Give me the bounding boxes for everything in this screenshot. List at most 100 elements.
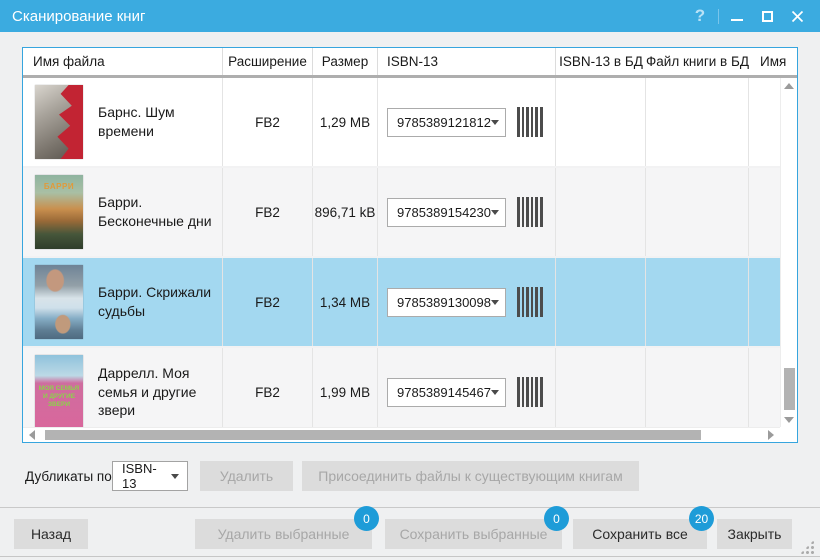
table-header: Имя файла Расширение Размер ISBN-13 ISBN… [23,48,797,78]
column-header-name-db: Имя [760,54,787,69]
close-dialog-button[interactable]: Закрыть [717,519,792,549]
file-db-cell [646,78,749,166]
back-button[interactable]: Назад [14,519,88,549]
name-db-cell [749,348,780,427]
duplicates-dropdown-value: ISBN-13 [122,461,157,491]
book-cover [35,265,83,339]
book-cover: МОЯ СЕМЬЯ И ДРУГИЕ ЗВЕРИ [35,355,83,427]
extension-cell: FB2 [223,258,313,346]
isbn-dropdown[interactable]: 9785389130098 [387,287,506,317]
book-cover [35,85,83,159]
isbn-db-cell [556,348,646,427]
file-name-cell: БАРРИ Барри. Бесконечные дни [23,168,223,256]
file-db-cell [646,258,749,346]
file-name-cell: МОЯ СЕМЬЯ И ДРУГИЕ ЗВЕРИ Даррелл. Моя се… [23,348,223,427]
extension-cell: FB2 [223,348,313,427]
chevron-down-icon [491,119,499,125]
size-cell: 1,29 MB [313,78,378,166]
vertical-scrollbar-thumb[interactable] [784,368,795,410]
table-row[interactable]: Барнс. Шум времени FB2 1,29 MB 978538912… [23,78,780,168]
help-button[interactable]: ? [685,0,715,32]
titlebar: Сканирование книг ? [0,0,820,32]
book-cover: БАРРИ [35,175,83,249]
maximize-button[interactable] [752,0,782,32]
book-cover-text: МОЯ СЕМЬЯ И ДРУГИЕ ЗВЕРИ [38,385,80,408]
isbn-cell: 9785389145467 [378,348,556,427]
file-db-cell [646,348,749,427]
isbn-dropdown[interactable]: 9785389145467 [387,377,506,407]
table-body: Барнс. Шум времени FB2 1,29 MB 978538912… [23,78,780,427]
column-header-file-name: Имя файла [23,48,223,75]
barcode-icon[interactable] [517,197,543,227]
resize-grip[interactable] [800,540,814,554]
size-cell: 1,34 MB [313,258,378,346]
save-selected-count-badge: 0 [544,506,569,531]
chevron-down-icon [491,389,499,395]
name-db-cell [749,258,780,346]
column-header-isbn13: ISBN-13 [378,48,556,75]
duplicates-dropdown[interactable]: ISBN-13 [112,461,188,491]
scroll-up-icon[interactable] [784,83,794,89]
books-table: Имя файла Расширение Размер ISBN-13 ISBN… [22,47,798,443]
scroll-down-icon[interactable] [784,417,794,423]
chevron-down-icon [171,473,179,479]
file-name-cell: Барнс. Шум времени [23,78,223,166]
extension-cell: FB2 [223,78,313,166]
book-cover-text: БАРРИ [43,182,75,191]
scroll-right-icon[interactable] [768,430,774,440]
isbn-value: 9785389145467 [397,384,491,400]
attach-files-button[interactable]: Присоединить файлы к существующим книгам [302,461,639,491]
file-db-cell [646,168,749,256]
maximize-icon [761,10,773,22]
horizontal-scrollbar[interactable] [23,427,780,442]
duplicates-label: Дубликаты по: [25,469,116,484]
table-row[interactable]: МОЯ СЕМЬЯ И ДРУГИЕ ЗВЕРИ Даррелл. Моя се… [23,348,780,427]
file-name-cell: Барри. Скрижали судьбы [23,258,223,346]
minimize-icon [731,19,743,21]
save-selected-button[interactable]: Сохранить выбранные 0 [385,506,569,549]
extension-cell: FB2 [223,168,313,256]
isbn-value: 9785389154230 [397,204,491,220]
close-button[interactable] [782,0,812,32]
minimize-button[interactable] [722,0,752,32]
barcode-icon[interactable] [517,287,543,317]
window-title: Сканирование книг [12,7,146,25]
scroll-left-icon[interactable] [29,430,35,440]
column-header-file-db: Файл книги в БД [646,54,749,69]
barcode-icon[interactable] [517,377,543,407]
isbn-dropdown[interactable]: 9785389154230 [387,197,506,227]
titlebar-buttons: ? [685,0,812,32]
isbn-value: 9785389130098 [397,294,491,310]
save-all-label: Сохранить все [592,526,688,542]
delete-selected-count-badge: 0 [354,506,379,531]
column-header-isbn13-db: ISBN-13 в БД [559,54,643,69]
save-all-button[interactable]: Сохранить все 20 [573,506,714,549]
file-name-text: Барри. Бесконечные дни [98,194,212,229]
window-bottom-edge [0,556,820,557]
delete-duplicates-button[interactable]: Удалить [200,461,293,491]
horizontal-scrollbar-thumb[interactable] [45,430,701,440]
isbn-db-cell [556,78,646,166]
isbn-cell: 9785389121812 [378,78,556,166]
name-db-cell [749,78,780,166]
isbn-dropdown[interactable]: 9785389121812 [387,107,506,137]
chevron-down-icon [491,209,499,215]
titlebar-divider [718,8,719,24]
save-selected-label: Сохранить выбранные [399,526,548,542]
isbn-cell: 9785389130098 [378,258,556,346]
table-row[interactable]: БАРРИ Барри. Бесконечные дни FB2 896,71 … [23,168,780,258]
help-icon: ? [694,6,706,25]
name-db-cell [749,168,780,256]
chevron-down-icon [491,299,499,305]
barcode-icon[interactable] [517,107,543,137]
isbn-cell: 9785389154230 [378,168,556,256]
table-row[interactable]: Барри. Скрижали судьбы FB2 1,34 MB 97853… [23,258,780,348]
delete-selected-label: Удалить выбранные [217,526,350,542]
vertical-scrollbar[interactable] [780,78,797,427]
delete-selected-button[interactable]: Удалить выбранные 0 [195,506,379,549]
isbn-db-cell [556,258,646,346]
isbn-value: 9785389121812 [397,114,491,130]
isbn-db-cell [556,168,646,256]
file-name-text: Барнс. Шум времени [98,104,175,139]
column-header-size: Размер [313,48,378,75]
